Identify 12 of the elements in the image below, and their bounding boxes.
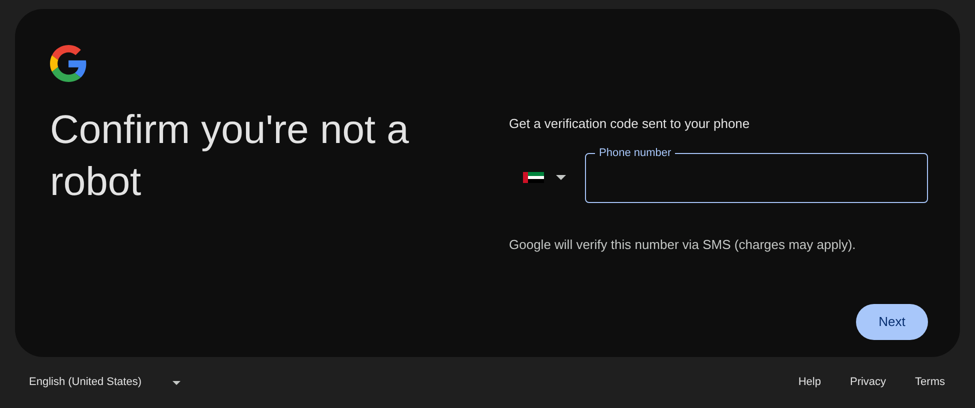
prompt-text: Get a verification code sent to your phone xyxy=(509,115,751,133)
footer-link[interactable]: Privacy xyxy=(850,374,886,391)
logo-icon xyxy=(50,45,87,82)
next-button[interactable]: Next xyxy=(856,304,928,340)
flag-icon xyxy=(523,172,544,183)
helper-text: Google will verify this number via SMS (charges may apply). xyxy=(509,236,857,254)
dropdown-caret-icon[interactable] xyxy=(556,175,566,180)
page-title: Confirm you're not a robot xyxy=(50,107,410,206)
footer-link[interactable]: Terms xyxy=(915,374,945,391)
footer-link[interactable]: Help xyxy=(798,374,821,391)
dropdown-caret-icon[interactable] xyxy=(172,380,181,384)
language-selector[interactable]: English (United States) xyxy=(29,374,172,391)
